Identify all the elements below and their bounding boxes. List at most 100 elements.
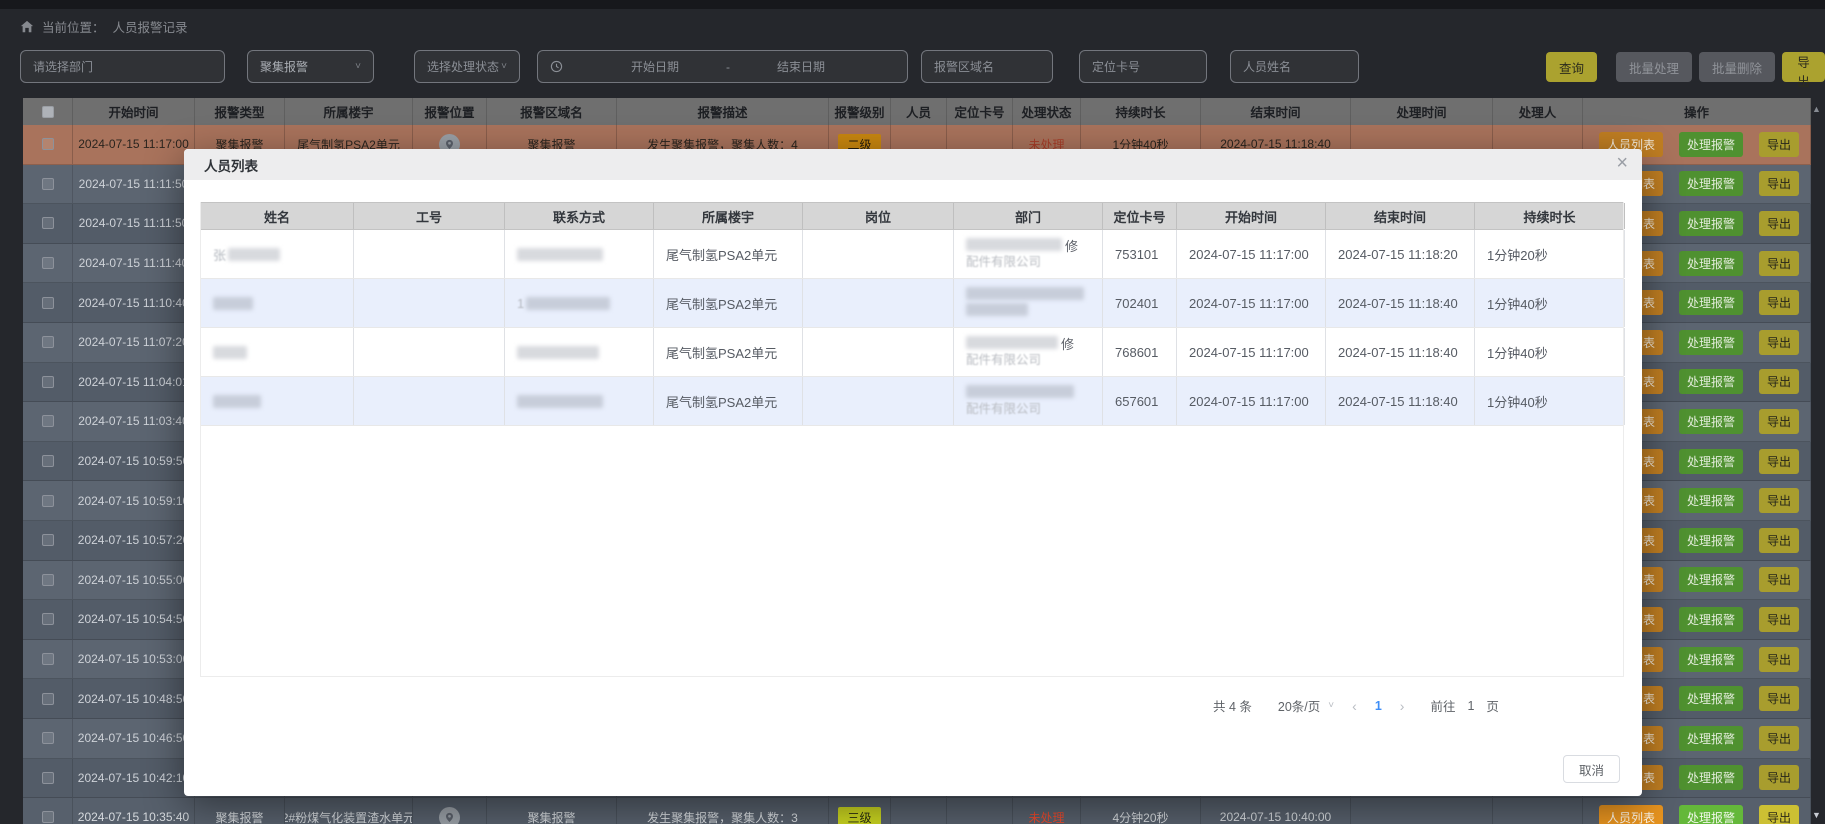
row-checkbox-cell — [23, 363, 73, 403]
row-checkbox[interactable] — [42, 138, 54, 150]
person-name-input[interactable]: 人员姓名 — [1230, 50, 1359, 83]
personnel-column-header: 结束时间 — [1326, 203, 1475, 229]
process-alarm-button[interactable]: 处理报警 — [1679, 528, 1743, 553]
top-strip — [0, 0, 1825, 9]
batch-delete-button[interactable]: 批量删除 — [1699, 52, 1775, 82]
row-checkbox[interactable] — [42, 574, 54, 586]
process-alarm-button[interactable]: 处理报警 — [1679, 607, 1743, 632]
department-ghost-text: 配件有限公司 — [966, 353, 1041, 367]
alarm-type-select[interactable]: 聚集报警˅ — [247, 50, 374, 83]
row-checkbox[interactable] — [42, 495, 54, 507]
card-cell: 702401 — [1103, 279, 1177, 327]
process-alarm-button[interactable]: 处理报警 — [1679, 409, 1743, 434]
process-time-cell — [1351, 798, 1493, 824]
row-checkbox[interactable] — [42, 217, 54, 229]
card-cell: 768601 — [1103, 328, 1177, 376]
scroll-up-arrow[interactable]: ▲ — [1812, 104, 1821, 114]
close-icon[interactable]: × — [1616, 153, 1628, 173]
process-alarm-button[interactable]: 处理报警 — [1679, 171, 1743, 196]
process-alarm-button[interactable]: 处理报警 — [1679, 686, 1743, 711]
prev-page-button[interactable]: ‹ — [1352, 698, 1357, 714]
row-checkbox[interactable] — [42, 613, 54, 625]
process-alarm-button[interactable]: 处理报警 — [1679, 647, 1743, 672]
export-row-button[interactable]: 导出 — [1759, 686, 1799, 711]
row-checkbox[interactable] — [42, 732, 54, 744]
export-row-button[interactable]: 导出 — [1759, 647, 1799, 672]
scroll-down-arrow[interactable]: ▼ — [1812, 810, 1821, 820]
export-row-button[interactable]: 导出 — [1759, 607, 1799, 632]
export-row-button[interactable]: 导出 — [1759, 765, 1799, 790]
export-row-button[interactable]: 导出 — [1759, 726, 1799, 751]
redacted-text — [966, 385, 1074, 398]
date-range-picker[interactable]: 开始日期 - 结束日期 — [537, 50, 908, 83]
personnel-row: 尾气制氢PSA2单元修配件有限公司7686012024-07-15 11:17:… — [201, 328, 1623, 377]
process-alarm-button[interactable]: 处理报警 — [1679, 251, 1743, 276]
personnel-list-modal: 人员列表 × 姓名工号联系方式所属楼宇岗位部门定位卡号开始时间结束时间持续时长张… — [184, 149, 1642, 796]
department-input[interactable]: 请选择部门 — [20, 50, 225, 83]
status-placeholder: 选择处理状态 — [427, 58, 499, 75]
personnel-row: 尾气制氢PSA2单元配件有限公司6576012024-07-15 11:17:0… — [201, 377, 1623, 426]
export-row-button[interactable]: 导出 — [1759, 132, 1799, 157]
page-size-select[interactable]: 20条/页 ˅ — [1278, 696, 1334, 715]
row-checkbox[interactable] — [42, 534, 54, 546]
batch-process-button[interactable]: 批量处理 — [1616, 52, 1692, 82]
row-checkbox-cell — [23, 600, 73, 640]
export-row-button[interactable]: 导出 — [1759, 330, 1799, 355]
personnel-column-header: 持续时长 — [1475, 203, 1625, 229]
process-alarm-button[interactable]: 处理报警 — [1679, 726, 1743, 751]
personnel-list-button[interactable]: 人员列表 — [1599, 805, 1663, 824]
row-checkbox[interactable] — [42, 257, 54, 269]
process-alarm-button[interactable]: 处理报警 — [1679, 211, 1743, 236]
row-checkbox[interactable] — [42, 336, 54, 348]
alarm-area-input[interactable]: 报警区域名 — [921, 50, 1053, 83]
location-pin-icon[interactable] — [439, 807, 460, 824]
process-alarm-button[interactable]: 处理报警 — [1679, 765, 1743, 790]
row-checkbox[interactable] — [42, 415, 54, 427]
start-time-cell: 2024-07-15 11:11:50 — [73, 204, 195, 244]
page-number-1[interactable]: 1 — [1375, 699, 1382, 713]
row-checkbox[interactable] — [42, 811, 54, 823]
card-number-input[interactable]: 定位卡号 — [1079, 50, 1207, 83]
row-checkbox-cell — [23, 165, 73, 205]
cancel-button[interactable]: 取消 — [1563, 755, 1620, 783]
export-row-button[interactable]: 导出 — [1759, 567, 1799, 592]
goto-page-input[interactable]: 1 — [1467, 699, 1474, 713]
start-time-cell: 2024-07-15 10:59:50 — [73, 442, 195, 482]
export-row-button[interactable]: 导出 — [1759, 409, 1799, 434]
row-checkbox[interactable] — [42, 772, 54, 784]
process-alarm-button[interactable]: 处理报警 — [1679, 567, 1743, 592]
process-alarm-button[interactable]: 处理报警 — [1679, 330, 1743, 355]
next-page-button[interactable]: › — [1400, 698, 1405, 714]
search-button[interactable]: 查询 — [1546, 52, 1597, 82]
redacted-text — [526, 297, 610, 310]
row-checkbox[interactable] — [42, 297, 54, 309]
export-row-button[interactable]: 导出 — [1759, 211, 1799, 236]
process-alarm-button[interactable]: 处理报警 — [1679, 488, 1743, 513]
goto-label: 前往 — [1430, 696, 1455, 715]
export-row-button[interactable]: 导出 — [1759, 805, 1799, 824]
export-row-button[interactable]: 导出 — [1759, 251, 1799, 276]
export-row-button[interactable]: 导出 — [1759, 449, 1799, 474]
row-checkbox[interactable] — [42, 455, 54, 467]
row-checkbox[interactable] — [42, 693, 54, 705]
process-alarm-button[interactable]: 处理报警 — [1679, 290, 1743, 315]
select-all-checkbox[interactable] — [42, 106, 54, 118]
row-checkbox[interactable] — [42, 178, 54, 190]
process-alarm-button[interactable]: 处理报警 — [1679, 132, 1743, 157]
export-row-button[interactable]: 导出 — [1759, 528, 1799, 553]
name-cell — [201, 279, 354, 327]
export-button[interactable]: 导出 — [1782, 52, 1825, 82]
process-alarm-button[interactable]: 处理报警 — [1679, 805, 1743, 824]
process-alarm-button[interactable]: 处理报警 — [1679, 369, 1743, 394]
row-checkbox-cell — [23, 204, 73, 244]
row-checkbox[interactable] — [42, 653, 54, 665]
status-select[interactable]: 选择处理状态˅ — [414, 50, 520, 83]
row-checkbox[interactable] — [42, 376, 54, 388]
export-row-button[interactable]: 导出 — [1759, 290, 1799, 315]
export-row-button[interactable]: 导出 — [1759, 488, 1799, 513]
export-row-button[interactable]: 导出 — [1759, 369, 1799, 394]
redacted-text — [213, 395, 261, 408]
row-actions: 人员列表处理报警导出 — [1583, 805, 1810, 824]
export-row-button[interactable]: 导出 — [1759, 171, 1799, 196]
process-alarm-button[interactable]: 处理报警 — [1679, 449, 1743, 474]
